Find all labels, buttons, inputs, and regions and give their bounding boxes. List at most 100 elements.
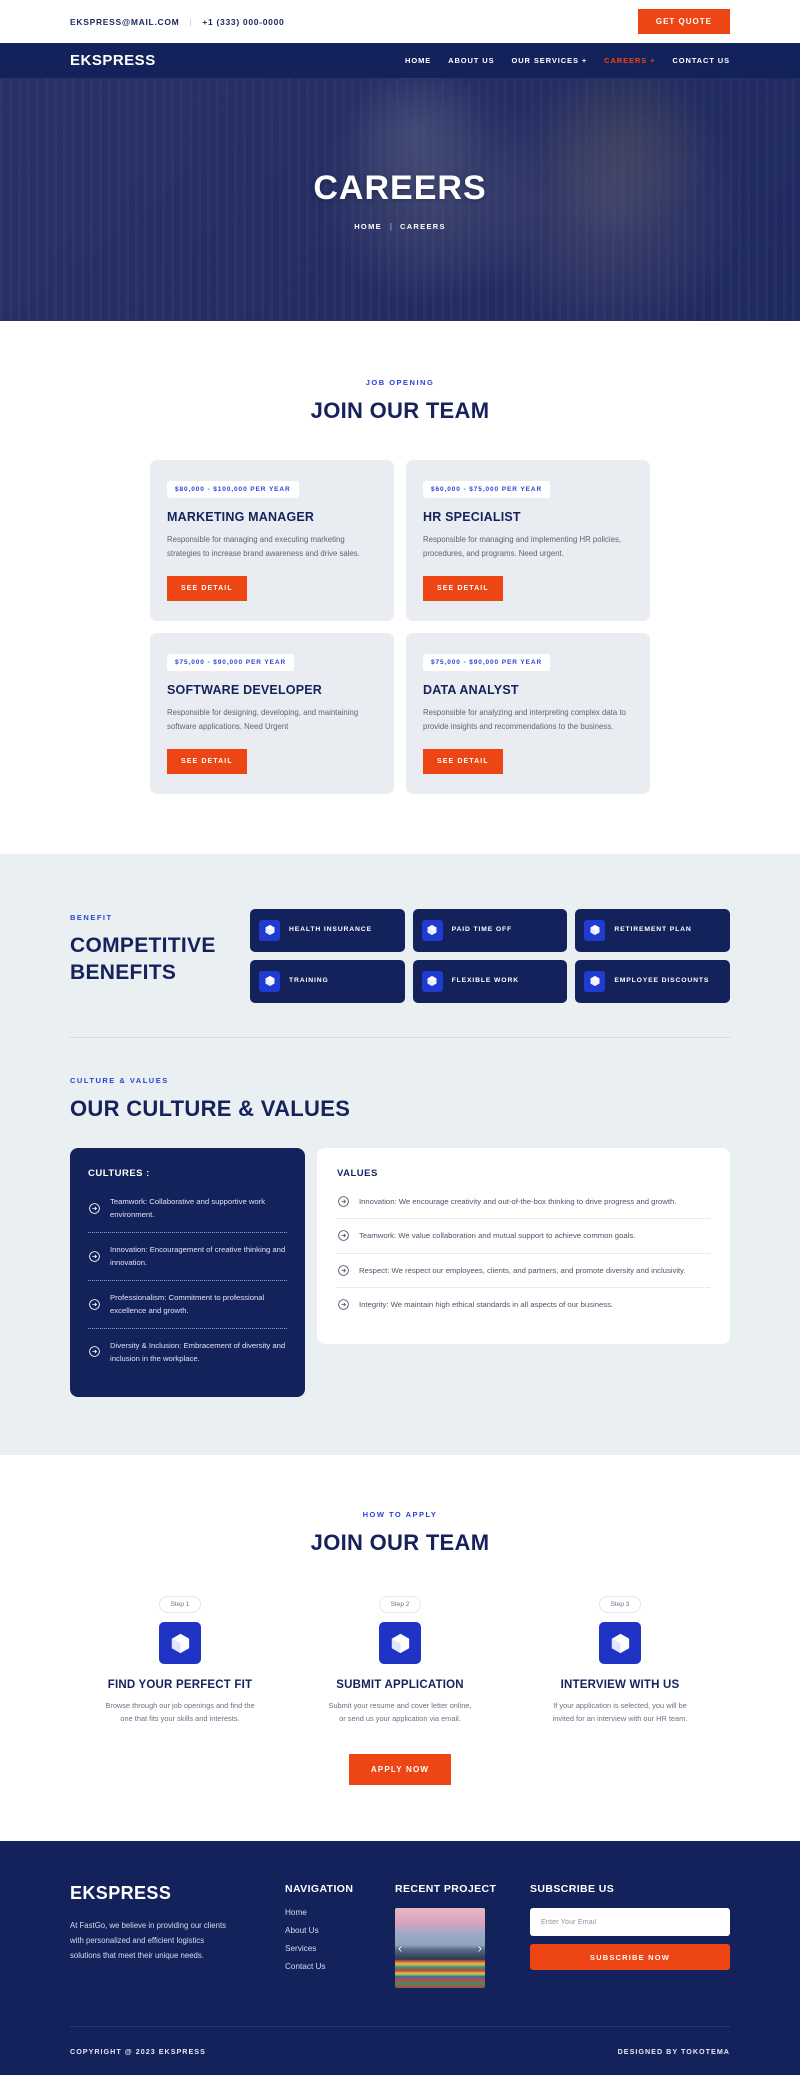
culture-text: Diversity & Inclusion: Embracement of di… (110, 1340, 286, 1363)
list-item: Innovation: We encourage creativity and … (337, 1185, 710, 1218)
how-to-apply-section: HOW TO APPLY JOIN OUR TEAM Step 1 FIND Y… (0, 1455, 800, 1842)
footer-link-services[interactable]: Services (285, 1944, 395, 1953)
culture-text: Teamwork: Collaborative and supportive w… (110, 1196, 266, 1220)
benefit-label: PAID TIME OFF (451, 926, 513, 934)
value-text: Innovation: We encourage creativity and … (359, 1196, 677, 1206)
salary-badge: $75,000 - $90,000 PER YEAR (423, 653, 551, 671)
arrow-circle-icon (337, 1195, 350, 1208)
apply-step-1: Step 1 FIND YOUR PERFECT FIT Browse thro… (70, 1596, 290, 1726)
cube-icon (584, 970, 606, 992)
job-description: Responsible for analyzing and interpreti… (423, 707, 626, 732)
carousel-next-icon[interactable]: › (478, 1941, 482, 1956)
cube-icon (421, 970, 443, 992)
footer-link-home[interactable]: Home (285, 1908, 395, 1917)
cube-icon (159, 1622, 201, 1665)
section-eyebrow: CULTURE & VALUES (70, 1075, 169, 1085)
brand-logo[interactable]: EKSPRESS (70, 52, 156, 69)
job-description: Responsible for designing, developing, a… (167, 707, 359, 732)
benefit-card-training[interactable]: TRAINING (250, 959, 405, 1003)
cube-icon (259, 919, 280, 941)
footer-navigation-column: NAVIGATION Home About Us Services Contac… (285, 1883, 395, 1971)
breadcrumb-home[interactable]: HOME (354, 222, 382, 231)
benefits-title-line2: BENEFITS (70, 960, 177, 984)
arrow-circle-icon (337, 1229, 350, 1242)
job-title: HR SPECIALIST (423, 510, 521, 524)
breadcrumb: HOME | CAREERS (354, 222, 446, 231)
carousel-prev-icon[interactable]: ‹ (398, 1941, 402, 1956)
job-card: $75,000 - $90,000 PER YEAR DATA ANALYST … (406, 632, 650, 794)
recent-project-image: ‹ › (395, 1908, 485, 1989)
step-description: If your application is selected, you wil… (552, 1701, 688, 1724)
apply-steps: Step 1 FIND YOUR PERFECT FIT Browse thro… (70, 1596, 730, 1726)
value-text: Respect: We respect our employees, clien… (359, 1265, 686, 1275)
plus-icon: + (650, 56, 656, 65)
benefits-title-line1: COMPETITIVE (70, 933, 216, 957)
see-detail-button[interactable]: SEE DETAIL (423, 748, 503, 774)
job-openings-header: JOB OPENING JOIN OUR TEAM (70, 378, 730, 424)
footer-link-about-us[interactable]: About Us (285, 1926, 395, 1935)
arrow-circle-icon (337, 1298, 350, 1311)
nav-item-careers[interactable]: CAREERS + (604, 56, 655, 65)
value-text: Teamwork: We value collaboration and mut… (359, 1231, 636, 1241)
step-badge: Step 2 (378, 1596, 422, 1614)
nav-item-our-services[interactable]: OUR SERVICES + (512, 56, 588, 65)
job-card: $80,000 - $100,000 PER YEAR MARKETING MA… (150, 460, 394, 621)
benefit-label: TRAINING (289, 977, 329, 985)
section-title: OUR CULTURE & VALUES (70, 1095, 351, 1121)
job-cards-grid: $80,000 - $100,000 PER YEAR MARKETING MA… (150, 460, 650, 794)
apply-now-button[interactable]: APPLY NOW (348, 1754, 452, 1786)
footer-project-heading: RECENT PROJECT (395, 1883, 497, 1896)
benefit-card-flexible-work[interactable]: FLEXIBLE WORK (412, 959, 568, 1003)
contact-email[interactable]: EKSPRESS@MAIL.COM (70, 17, 179, 27)
arrow-circle-icon (337, 1264, 350, 1277)
benefit-card-employee-discounts[interactable]: EMPLOYEE DISCOUNTS (575, 959, 730, 1003)
section-divider (70, 1036, 730, 1038)
get-quote-button[interactable]: GET QUOTE (637, 9, 730, 34)
list-item: Integrity: We maintain high ethical stan… (337, 1287, 710, 1321)
values-heading: VALUES (337, 1167, 378, 1179)
see-detail-button[interactable]: SEE DETAIL (167, 748, 247, 774)
benefit-label: EMPLOYEE DISCOUNTS (614, 977, 710, 985)
arrow-circle-icon (88, 1250, 101, 1263)
nav-links: HOME ABOUT US OUR SERVICES + CAREERS + CON… (405, 56, 730, 65)
breadcrumb-separator: | (389, 221, 392, 231)
salary-badge: $75,000 - $90,000 PER YEAR (167, 653, 295, 671)
footer-link-contact-us[interactable]: Contact Us (285, 1962, 395, 1971)
job-description: Responsible for managing and executing m… (167, 535, 360, 559)
benefit-card-health-insurance[interactable]: HEALTH INSURANCE (250, 908, 405, 952)
footer-recent-project-column: RECENT PROJECT ‹ › (395, 1883, 530, 1989)
top-bar-contact: EKSPRESS@MAIL.COM | +1 (333) 000-0000 (70, 17, 284, 27)
nav-item-home[interactable]: HOME (405, 56, 431, 65)
benefit-label: FLEXIBLE WORK (451, 977, 519, 985)
subscribe-now-button[interactable]: SUBSCRIBE NOW (530, 1944, 730, 1971)
cultures-heading: CULTURES : (88, 1167, 150, 1179)
plus-icon: + (581, 56, 588, 65)
cube-icon (259, 970, 280, 992)
footer-nav-heading: NAVIGATION (285, 1883, 354, 1896)
benefit-card-paid-time-off[interactable]: PAID TIME OFF (412, 908, 568, 952)
footer-bottom-bar: COPYRIGHT @ 2023 EKSPRESS DESIGNED BY TO… (70, 2027, 730, 2075)
section-eyebrow: JOB OPENING (365, 378, 435, 387)
job-card: $60,000 - $75,000 PER YEAR HR SPECIALIST… (406, 460, 650, 621)
job-card: $75,000 - $90,000 PER YEAR SOFTWARE DEVE… (150, 632, 394, 794)
see-detail-button[interactable]: SEE DETAIL (423, 575, 503, 601)
see-detail-button[interactable]: SEE DETAIL (167, 575, 247, 601)
nav-item-contact-us[interactable]: CONTACT US (672, 56, 730, 65)
benefits-culture-band: BENEFIT COMPETITIVE BENEFITS HEALTH INSU… (0, 853, 800, 1456)
contact-phone[interactable]: +1 (333) 000-0000 (202, 17, 284, 27)
footer-subscribe-column: SUBSCRIBE US SUBSCRIBE NOW (530, 1883, 730, 1971)
culture-values-section: CULTURE & VALUES OUR CULTURE & VALUES CU… (70, 1076, 730, 1398)
section-title: COMPETITIVE BENEFITS (70, 933, 250, 987)
job-title: SOFTWARE DEVELOPER (167, 682, 323, 697)
nav-item-about-us[interactable]: ABOUT US (448, 56, 494, 65)
list-item: Professionalism: Commitment to professio… (88, 1279, 287, 1328)
email-field[interactable] (530, 1908, 730, 1937)
benefit-card-retirement-plan[interactable]: RETIREMENT PLAN (575, 908, 730, 952)
benefits-grid: HEALTH INSURANCE PAID TIME OFF RETIREMEN… (250, 908, 730, 1003)
list-item: Diversity & Inclusion: Embracement of di… (88, 1327, 287, 1376)
breadcrumb-current: CAREERS (400, 221, 446, 231)
values-card: VALUES Innovation: We encourage creativi… (317, 1147, 730, 1344)
cube-icon (421, 919, 443, 941)
section-title: JOIN OUR TEAM (310, 1530, 490, 1556)
main-navbar: EKSPRESS HOME ABOUT US OUR SERVICES + CAR… (0, 43, 800, 78)
